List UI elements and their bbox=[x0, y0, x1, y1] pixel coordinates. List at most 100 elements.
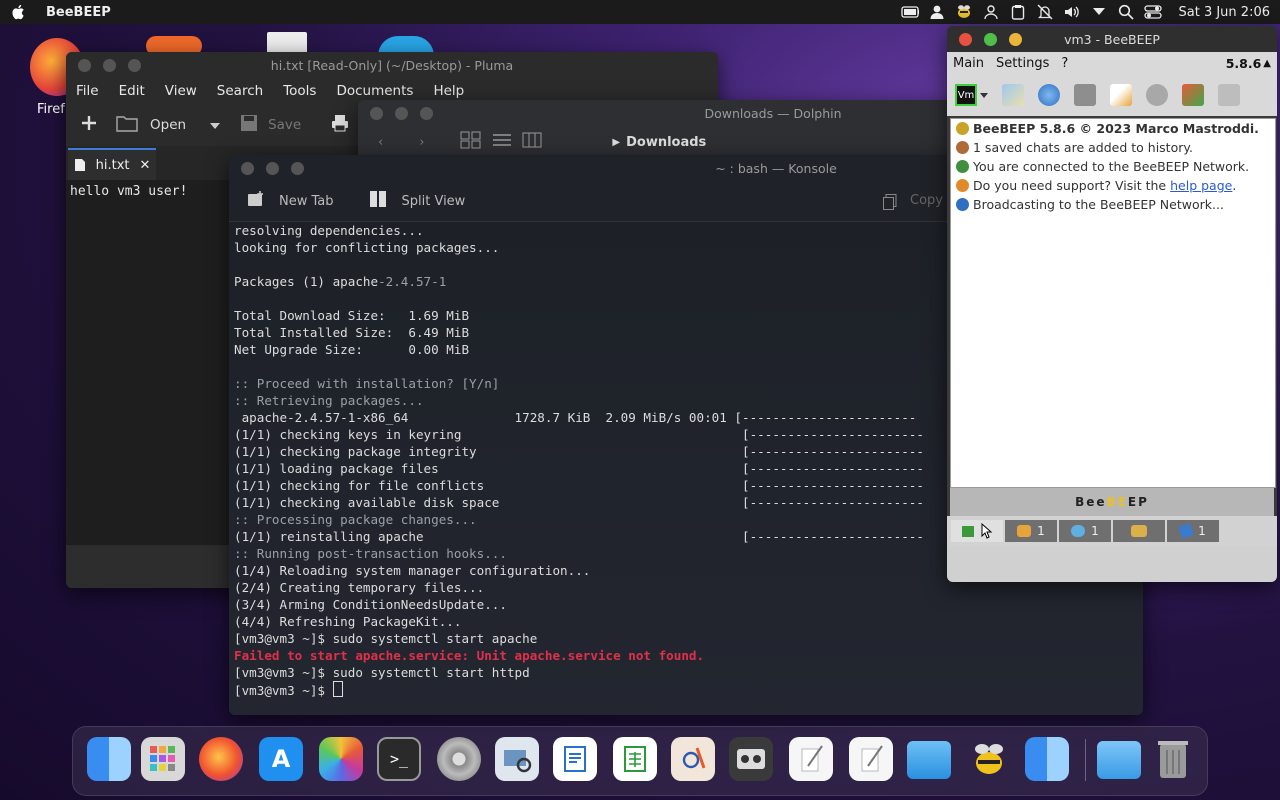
dropdown-icon[interactable] bbox=[1090, 3, 1108, 21]
back-icon[interactable]: ‹ bbox=[378, 135, 383, 150]
pluma-titlebar[interactable]: hi.txt [Read-Only] (~/Desktop) - Pluma bbox=[66, 52, 718, 78]
forward-icon[interactable]: › bbox=[419, 135, 424, 150]
details-view-icon[interactable] bbox=[492, 132, 512, 152]
active-app-name[interactable]: BeeBEEP bbox=[46, 5, 111, 20]
tab-chats[interactable]: 1 bbox=[1059, 520, 1111, 542]
finder-icon[interactable] bbox=[87, 737, 131, 781]
close-button[interactable] bbox=[370, 107, 383, 120]
new-file-button[interactable] bbox=[80, 114, 98, 136]
search-icon[interactable] bbox=[1117, 3, 1135, 21]
tab-files[interactable]: 1 bbox=[1167, 520, 1219, 542]
maximize-button[interactable] bbox=[128, 59, 141, 72]
split-view-icon[interactable] bbox=[369, 191, 386, 211]
photos-icon[interactable] bbox=[319, 737, 363, 781]
tab-close-icon[interactable]: ✕ bbox=[139, 158, 150, 173]
tab-users[interactable]: 1 bbox=[1005, 520, 1057, 542]
new-tab-button[interactable]: New Tab bbox=[279, 194, 334, 209]
textedit-icon[interactable] bbox=[789, 737, 833, 781]
downloads-folder-icon[interactable] bbox=[1097, 741, 1141, 779]
tab-hi-txt[interactable]: hi.txt ✕ bbox=[68, 148, 156, 180]
terminal-icon[interactable]: >_ bbox=[377, 737, 421, 781]
menu-file[interactable]: File bbox=[76, 83, 99, 99]
menu-documents[interactable]: Documents bbox=[336, 83, 413, 99]
close-button[interactable] bbox=[241, 162, 254, 175]
columns-view-icon[interactable] bbox=[522, 132, 542, 152]
trash-icon[interactable] bbox=[1151, 737, 1195, 781]
copy-button[interactable]: Copy bbox=[910, 193, 943, 208]
network-icon[interactable] bbox=[1038, 84, 1060, 106]
minimize-button[interactable] bbox=[266, 162, 279, 175]
tab-home[interactable] bbox=[951, 520, 1003, 542]
menu-help[interactable]: ? bbox=[1061, 56, 1068, 71]
clock[interactable]: Sat 3 Jun 2:06 bbox=[1179, 5, 1271, 20]
beebeep-window: vm3 - BeeBEEP Main Settings ? 5.8.6 ▲ Vm… bbox=[947, 26, 1277, 582]
print-icon[interactable] bbox=[331, 114, 349, 136]
user-icon[interactable] bbox=[928, 3, 946, 21]
file-transfer-icon[interactable] bbox=[1182, 84, 1204, 106]
maximize-button[interactable] bbox=[984, 33, 997, 46]
firefox-icon[interactable] bbox=[199, 737, 243, 781]
menu-tools[interactable]: Tools bbox=[283, 83, 316, 99]
copy-icon[interactable] bbox=[883, 194, 897, 214]
close-button[interactable] bbox=[959, 33, 972, 46]
writer-icon[interactable] bbox=[553, 737, 597, 781]
finder-2-icon[interactable] bbox=[1025, 737, 1069, 781]
open-dropdown-icon[interactable] bbox=[210, 117, 221, 133]
terminal-line: [vm3@vm3 ~]$ bbox=[234, 681, 1143, 699]
menu-settings[interactable]: Settings bbox=[996, 56, 1049, 71]
launchpad-icon[interactable] bbox=[141, 737, 185, 781]
notifications-off-icon[interactable] bbox=[1036, 3, 1054, 21]
calc-icon[interactable] bbox=[613, 737, 657, 781]
log-line: BeeBEEP 5.8.6 © 2023 Marco Mastroddi. bbox=[951, 119, 1275, 138]
folder-icon[interactable] bbox=[116, 114, 138, 136]
tab-count: 1 bbox=[1091, 524, 1099, 538]
archive-icon[interactable] bbox=[1218, 84, 1240, 106]
user-status-button[interactable]: Vm bbox=[955, 84, 988, 106]
location-breadcrumb[interactable]: Downloads bbox=[626, 135, 706, 150]
system-settings-icon[interactable] bbox=[437, 737, 481, 781]
save-button[interactable]: Save bbox=[268, 117, 301, 133]
beebeep-dock-icon[interactable] bbox=[967, 737, 1011, 781]
mouse-cursor-icon bbox=[981, 523, 993, 539]
textedit-2-icon[interactable] bbox=[849, 737, 893, 781]
menu-help[interactable]: Help bbox=[433, 83, 464, 99]
desktop-firefox-label[interactable]: Firef bbox=[37, 102, 65, 117]
edit-profile-icon[interactable] bbox=[1002, 84, 1024, 106]
terminal-line: [vm3@vm3 ~]$ sudo systemctl start apache bbox=[234, 631, 538, 646]
battery-icon[interactable] bbox=[900, 3, 919, 21]
save-icon[interactable] bbox=[240, 114, 258, 136]
new-tab-icon[interactable] bbox=[247, 191, 265, 211]
tab-groups[interactable] bbox=[1113, 520, 1165, 542]
beebeep-titlebar[interactable]: vm3 - BeeBEEP bbox=[947, 26, 1277, 52]
help-page-link[interactable]: help page bbox=[1170, 178, 1232, 193]
media-player-icon[interactable] bbox=[729, 737, 773, 781]
groups-icon[interactable] bbox=[1074, 84, 1096, 106]
maximize-button[interactable] bbox=[291, 162, 304, 175]
maximize-button[interactable] bbox=[420, 107, 433, 120]
compose-icon[interactable] bbox=[1110, 84, 1132, 106]
apple-icon[interactable] bbox=[10, 3, 28, 21]
beebeep-icon[interactable] bbox=[955, 3, 973, 21]
location-arrow-icon: ▶ bbox=[612, 136, 621, 148]
toggle-icon[interactable] bbox=[1143, 3, 1162, 21]
files-icon[interactable] bbox=[907, 741, 951, 779]
minimize-button[interactable] bbox=[395, 107, 408, 120]
draw-icon[interactable] bbox=[671, 737, 715, 781]
minimize-button[interactable] bbox=[1009, 33, 1022, 46]
app-store-icon[interactable]: A bbox=[259, 737, 303, 781]
close-button[interactable] bbox=[78, 59, 91, 72]
open-button[interactable]: Open bbox=[150, 117, 186, 133]
menu-search[interactable]: Search bbox=[217, 83, 263, 99]
menu-edit[interactable]: Edit bbox=[119, 83, 145, 99]
minimize-button[interactable] bbox=[103, 59, 116, 72]
split-view-button[interactable]: Split View bbox=[402, 194, 466, 209]
clipboard-icon[interactable] bbox=[1009, 3, 1027, 21]
plugins-icon[interactable] bbox=[1146, 84, 1168, 106]
icons-view-icon[interactable] bbox=[460, 131, 482, 153]
menu-main[interactable]: Main bbox=[953, 56, 984, 71]
volume-icon[interactable] bbox=[1063, 3, 1081, 21]
menu-view[interactable]: View bbox=[165, 83, 197, 99]
preview-icon[interactable] bbox=[495, 737, 539, 781]
dolphin-titlebar[interactable]: Downloads — Dolphin bbox=[358, 100, 958, 126]
person-pin-icon[interactable] bbox=[982, 3, 1000, 21]
